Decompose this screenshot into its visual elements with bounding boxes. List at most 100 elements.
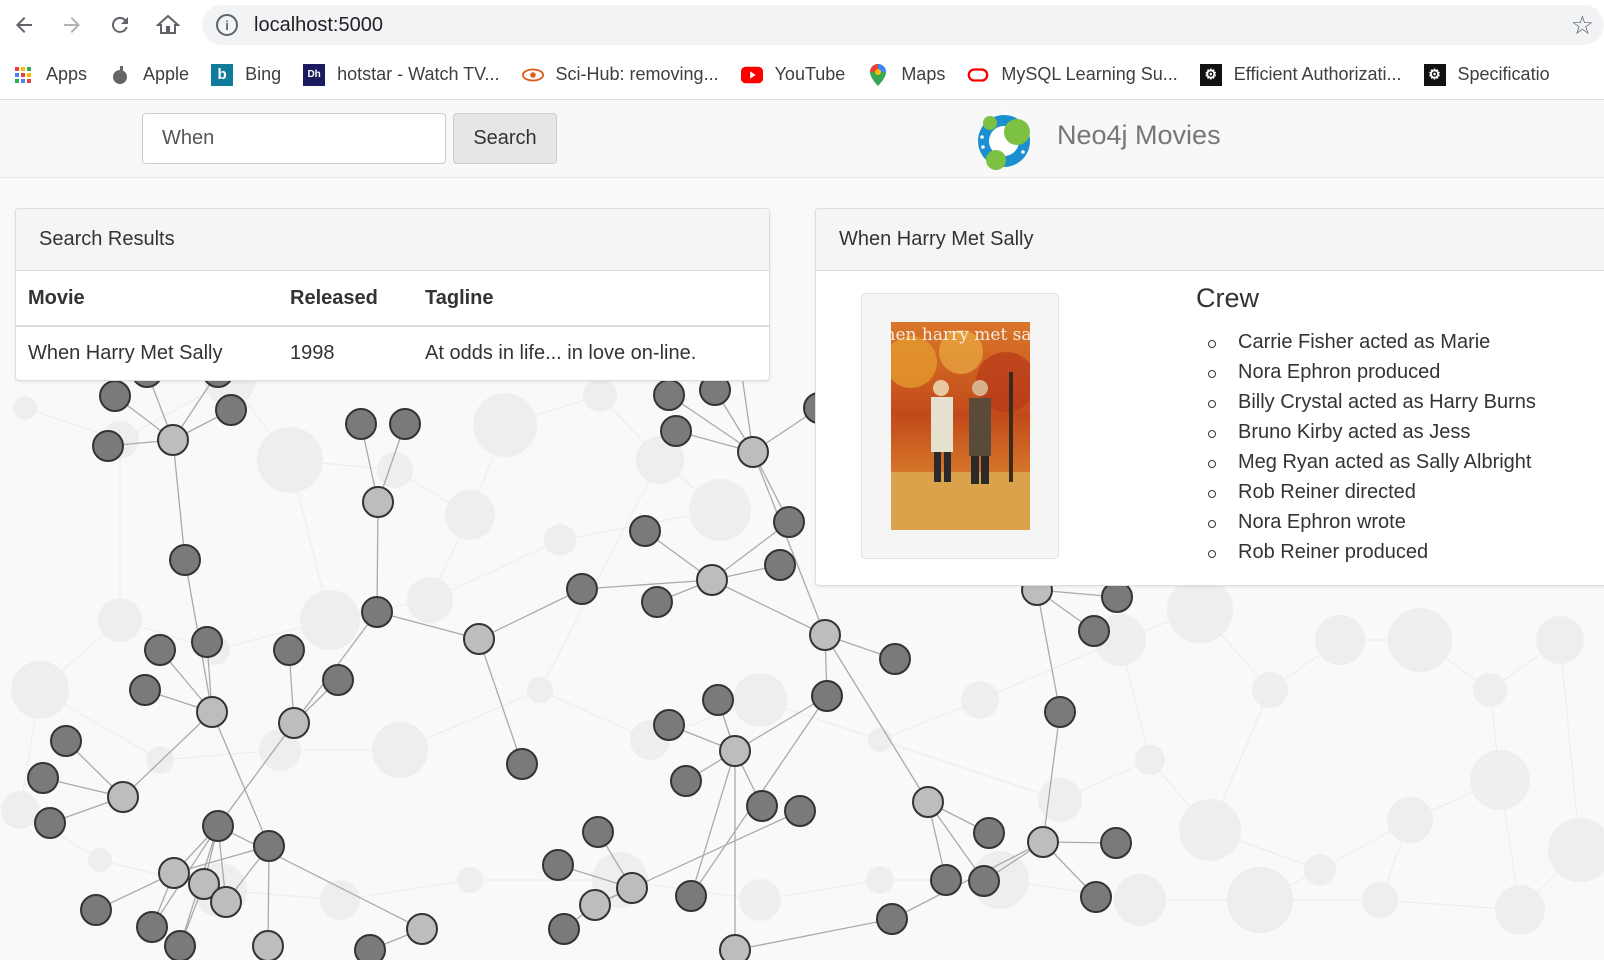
reload-icon[interactable] — [103, 8, 137, 42]
movie-node[interactable] — [210, 886, 242, 918]
person-node[interactable] — [879, 643, 911, 675]
person-node[interactable] — [542, 849, 574, 881]
person-node[interactable] — [354, 934, 386, 960]
maps-pin-icon — [867, 63, 889, 86]
person-node[interactable] — [653, 709, 685, 741]
movie-node[interactable] — [278, 707, 310, 739]
person-node[interactable] — [641, 586, 673, 618]
person-node[interactable] — [389, 408, 421, 440]
bookmark-9[interactable]: ⚙ Specificatio — [1423, 63, 1550, 86]
person-node[interactable] — [670, 765, 702, 797]
person-node[interactable] — [675, 880, 707, 912]
person-node[interactable] — [253, 830, 285, 862]
person-node[interactable] — [629, 515, 661, 547]
movie-node[interactable] — [107, 781, 139, 813]
bookmark-7[interactable]: MySQL Learning Su... — [967, 64, 1178, 86]
brand-title[interactable]: Neo4j Movies — [1057, 120, 1221, 151]
person-node[interactable] — [202, 810, 234, 842]
person-node[interactable] — [136, 911, 168, 943]
movie-node[interactable] — [579, 889, 611, 921]
person-node[interactable] — [1100, 827, 1132, 859]
search-button[interactable]: Search — [453, 113, 557, 164]
person-node[interactable] — [1078, 615, 1110, 647]
person-node[interactable] — [876, 903, 908, 935]
person-node[interactable] — [764, 549, 796, 581]
bookmark-label: Maps — [901, 64, 946, 84]
crew-member-item: Bruno Kirby acted as Jess — [1208, 417, 1536, 447]
person-node[interactable] — [582, 816, 614, 848]
bookmark-2[interactable]: b Bing — [211, 63, 281, 86]
crew-member-item: Nora Ephron produced — [1208, 357, 1536, 387]
search-input[interactable]: When — [142, 113, 446, 164]
person-node[interactable] — [34, 807, 66, 839]
person-node[interactable] — [660, 415, 692, 447]
bookmark-label: Sci-Hub: removing... — [555, 64, 719, 84]
person-node[interactable] — [506, 748, 538, 780]
person-node[interactable] — [702, 684, 734, 716]
person-node[interactable] — [653, 379, 685, 411]
person-node[interactable] — [27, 762, 59, 794]
person-node[interactable] — [80, 894, 112, 926]
back-arrow-icon[interactable] — [7, 8, 41, 42]
bookmark-3[interactable]: Dh hotstar - Watch TV... — [303, 63, 500, 86]
person-node[interactable] — [1080, 881, 1112, 913]
panel-title: Search Results — [16, 209, 769, 271]
movie-node[interactable] — [696, 564, 728, 596]
movie-node[interactable] — [362, 486, 394, 518]
person-node[interactable] — [273, 634, 305, 666]
person-node[interactable] — [1101, 581, 1133, 613]
movie-node[interactable] — [719, 934, 751, 960]
home-icon[interactable] — [151, 8, 185, 42]
person-node[interactable] — [973, 817, 1005, 849]
bookmark-0[interactable]: Apps — [12, 64, 87, 86]
person-node[interactable] — [784, 795, 816, 827]
person-node[interactable] — [92, 430, 124, 462]
site-info-icon[interactable]: i — [216, 14, 238, 36]
person-node[interactable] — [773, 506, 805, 538]
person-node[interactable] — [1044, 696, 1076, 728]
person-node[interactable] — [322, 664, 354, 696]
person-node[interactable] — [930, 864, 962, 896]
movie-node[interactable] — [463, 623, 495, 655]
bookmark-6[interactable]: Maps — [867, 63, 946, 86]
bookmark-5[interactable]: YouTube — [740, 64, 845, 86]
bookmark-1[interactable]: Apple — [109, 64, 189, 86]
movie-title-cell[interactable]: When Harry Met Sally — [16, 326, 278, 380]
address-bar[interactable]: i localhost:5000 ☆ — [202, 5, 1604, 45]
person-node[interactable] — [811, 680, 843, 712]
person-node[interactable] — [215, 394, 247, 426]
forward-arrow-icon[interactable] — [55, 8, 89, 42]
person-node[interactable] — [164, 930, 196, 960]
bookmark-star-icon[interactable]: ☆ — [1571, 10, 1594, 41]
person-node[interactable] — [169, 544, 201, 576]
person-node[interactable] — [144, 634, 176, 666]
movie-node[interactable] — [737, 436, 769, 468]
bookmark-label: Efficient Authorizati... — [1233, 64, 1402, 84]
person-node[interactable] — [361, 596, 393, 628]
movie-node[interactable] — [719, 735, 751, 767]
person-node[interactable] — [191, 626, 223, 658]
movie-node[interactable] — [196, 696, 228, 728]
column-header-tagline: Tagline — [413, 271, 769, 327]
person-node[interactable] — [99, 380, 131, 412]
movie-node[interactable] — [1027, 826, 1059, 858]
address-bar-url[interactable]: localhost:5000 — [254, 14, 383, 37]
bookmark-4[interactable]: Sci-Hub: removing... — [521, 64, 719, 86]
bookmark-8[interactable]: ⚙ Efficient Authorizati... — [1199, 63, 1402, 86]
person-node[interactable] — [50, 725, 82, 757]
bookmark-label: hotstar - Watch TV... — [337, 64, 500, 84]
movie-node[interactable] — [158, 857, 190, 889]
movie-node[interactable] — [406, 913, 438, 945]
person-node[interactable] — [345, 408, 377, 440]
person-node[interactable] — [746, 790, 778, 822]
movie-node[interactable] — [912, 786, 944, 818]
person-node[interactable] — [129, 674, 161, 706]
movie-node[interactable] — [252, 930, 284, 960]
movie-node[interactable] — [157, 424, 189, 456]
movie-node[interactable] — [616, 872, 648, 904]
person-node[interactable] — [548, 913, 580, 945]
movie-node[interactable] — [809, 619, 841, 651]
table-row[interactable]: When Harry Met Sally 1998 At odds in lif… — [16, 326, 769, 380]
person-node[interactable] — [968, 865, 1000, 897]
person-node[interactable] — [566, 573, 598, 605]
